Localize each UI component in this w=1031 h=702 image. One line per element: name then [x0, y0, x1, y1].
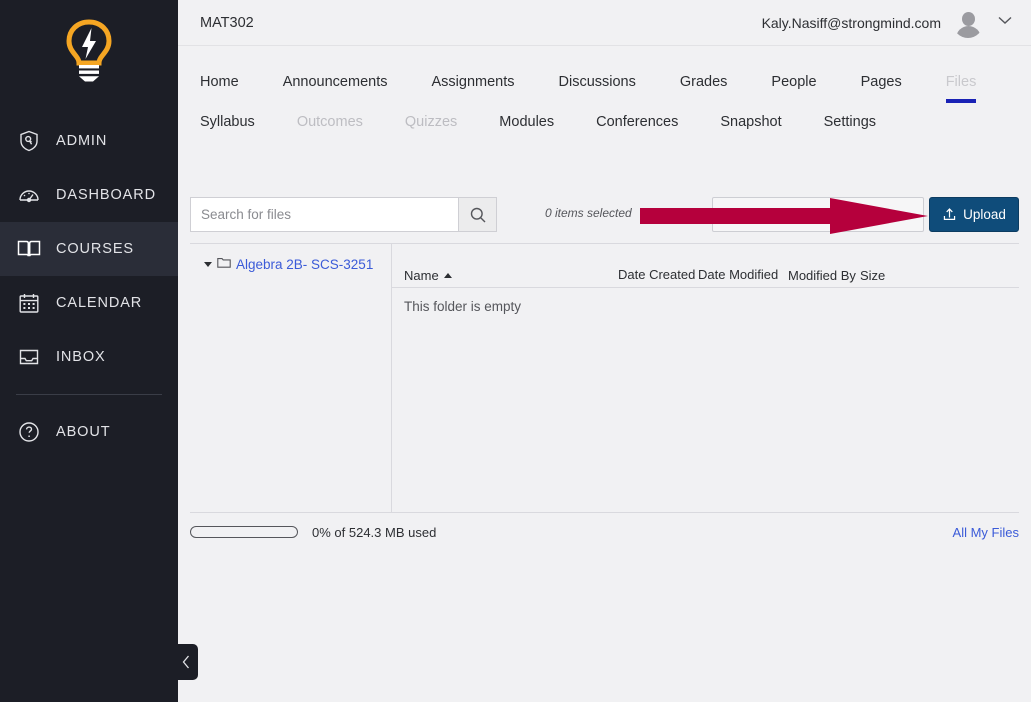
toolbar-secondary-button[interactable] [712, 197, 924, 232]
sort-ascending-icon [443, 273, 452, 278]
tab-grades[interactable]: Grades [680, 74, 728, 106]
tab-row-secondary: Syllabus Outcomes Quizzes Modules Confer… [178, 106, 1031, 146]
shield-key-icon [14, 126, 44, 156]
tab-pages[interactable]: Pages [861, 74, 902, 106]
sidebar-item-label: INBOX [56, 349, 106, 365]
folder-tree-item[interactable]: Algebra 2B- SCS-3251 [190, 255, 391, 273]
tab-people[interactable]: People [771, 74, 816, 106]
calendar-icon [14, 288, 44, 318]
tab-snapshot[interactable]: Snapshot [720, 114, 781, 146]
files-toolbar: 0 items selected Upload [178, 190, 1031, 240]
upload-button-label: Upload [963, 207, 1006, 222]
folder-tree-label[interactable]: Algebra 2B- SCS-3251 [236, 257, 373, 272]
user-avatar-icon[interactable] [953, 8, 983, 38]
sidebar-item-label: COURSES [56, 241, 135, 257]
search-button[interactable] [458, 197, 497, 232]
storage-quota-text: 0% of 524.3 MB used [312, 524, 437, 540]
sidebar-nav: ADMIN DASHBOARD COURSES CALENDAR INBOX A… [0, 114, 178, 459]
column-header-name[interactable]: Name [404, 268, 618, 283]
sidebar-collapse-button[interactable] [174, 644, 198, 680]
sidebar-item-courses[interactable]: COURSES [0, 222, 178, 276]
tab-discussions[interactable]: Discussions [559, 74, 636, 106]
sidebar-item-about[interactable]: ABOUT [0, 405, 178, 459]
sidebar-item-label: ADMIN [56, 133, 108, 149]
files-content-area: Algebra 2B- SCS-3251 Name Date Created D… [190, 243, 1019, 513]
items-selected-status: 0 items selected [545, 206, 632, 220]
column-header-date-modified[interactable]: Date Modified [698, 267, 788, 283]
sidebar: ADMIN DASHBOARD COURSES CALENDAR INBOX A… [0, 0, 178, 702]
magnifier-icon [470, 207, 485, 222]
canvas-app: ADMIN DASHBOARD COURSES CALENDAR INBOX A… [0, 0, 1031, 702]
tab-syllabus[interactable]: Syllabus [200, 114, 255, 146]
sidebar-item-dashboard[interactable]: DASHBOARD [0, 168, 178, 222]
header-user-area: Kaly.Nasiff@strongmind.com [762, 8, 1015, 38]
folder-tree-panel: Algebra 2B- SCS-3251 [190, 244, 392, 512]
chevron-left-icon [182, 655, 189, 669]
tab-home[interactable]: Home [200, 74, 239, 106]
book-icon [14, 234, 44, 264]
question-circle-icon [14, 417, 44, 447]
expand-caret-icon[interactable] [204, 261, 212, 267]
column-header-date-created[interactable]: Date Created [618, 267, 698, 283]
empty-folder-message: This folder is empty [404, 299, 522, 314]
upload-button[interactable]: Upload [929, 197, 1019, 232]
upload-arrow-icon [943, 208, 956, 220]
course-title: MAT302 [200, 14, 254, 31]
files-table-header: Name Date Created Date Modified Modified… [392, 244, 1019, 288]
top-header: MAT302 Kaly.Nasiff@strongmind.com [178, 0, 1031, 46]
chevron-down-icon [998, 16, 1012, 24]
inbox-icon [14, 342, 44, 372]
tab-quizzes: Quizzes [404, 114, 458, 130]
tab-files[interactable]: Files [945, 74, 976, 106]
sidebar-item-inbox[interactable]: INBOX [0, 330, 178, 384]
search-input[interactable] [190, 197, 458, 232]
sidebar-divider [16, 394, 162, 395]
tab-settings[interactable]: Settings [824, 114, 876, 146]
column-label: Name [404, 268, 439, 283]
lightbulb-logo-icon [66, 19, 112, 82]
search-group [190, 197, 497, 232]
storage-footer: 0% of 524.3 MB used All My Files [190, 519, 1019, 545]
sidebar-item-label: DASHBOARD [56, 187, 156, 203]
storage-quota-bar [190, 526, 298, 538]
speedometer-icon [14, 180, 44, 210]
course-nav-tabs: Home Announcements Assignments Discussio… [178, 46, 1031, 146]
files-list-panel: Name Date Created Date Modified Modified… [392, 244, 1019, 512]
sidebar-item-admin[interactable]: ADMIN [0, 114, 178, 168]
tab-assignments[interactable]: Assignments [431, 74, 514, 106]
app-logo[interactable] [0, 0, 178, 100]
tab-row-primary: Home Announcements Assignments Discussio… [178, 74, 1031, 106]
column-header-modified-by[interactable]: Modified By [788, 268, 860, 283]
folder-icon [217, 255, 231, 273]
tab-outcomes: Outcomes [296, 114, 363, 130]
user-email: Kaly.Nasiff@strongmind.com [761, 14, 941, 31]
user-menu-button[interactable] [995, 13, 1015, 32]
sidebar-item-label: CALENDAR [56, 295, 143, 311]
sidebar-item-calendar[interactable]: CALENDAR [0, 276, 178, 330]
sidebar-item-label: ABOUT [56, 424, 111, 440]
column-header-size[interactable]: Size [860, 268, 900, 283]
tab-announcements[interactable]: Announcements [283, 74, 388, 106]
tab-conferences[interactable]: Conferences [596, 114, 678, 146]
tab-modules[interactable]: Modules [499, 114, 554, 146]
all-my-files-link[interactable]: All My Files [953, 525, 1019, 540]
